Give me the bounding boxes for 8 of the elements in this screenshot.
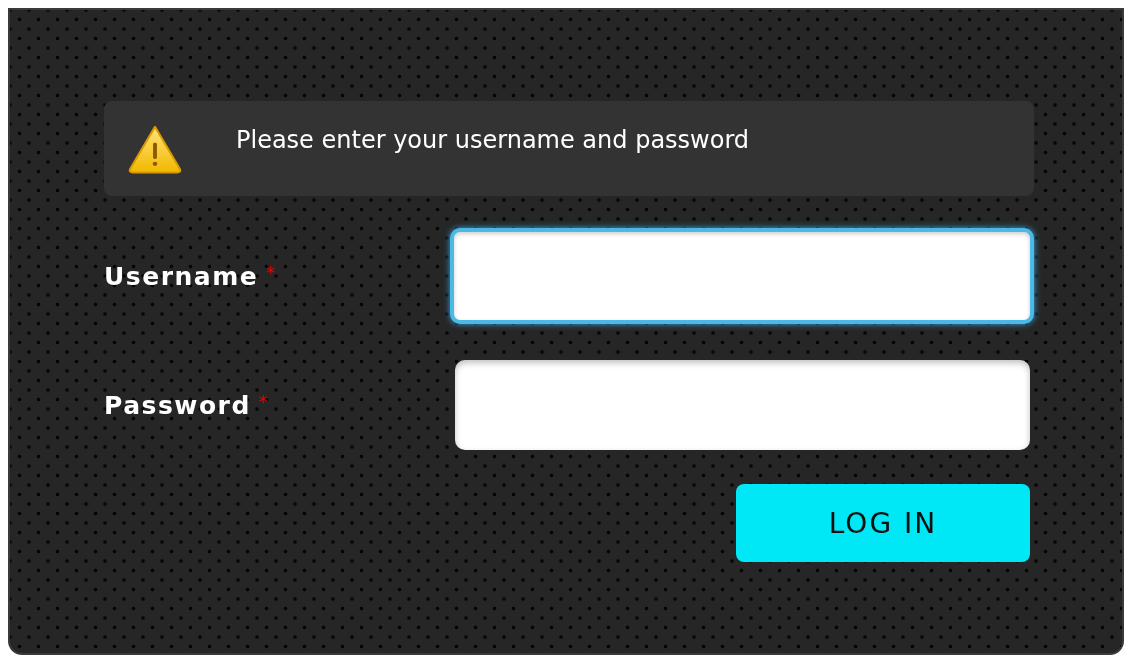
field-label: Username xyxy=(104,261,259,291)
required-mark: * xyxy=(258,390,268,412)
alert-message: Please enter your username and password xyxy=(236,125,750,154)
input-field[interactable] xyxy=(450,228,1034,324)
required-mark: * xyxy=(266,261,276,283)
login-button[interactable]: LOG IN xyxy=(736,484,1030,562)
input-field[interactable] xyxy=(455,360,1030,450)
field-label: Password xyxy=(104,390,251,420)
